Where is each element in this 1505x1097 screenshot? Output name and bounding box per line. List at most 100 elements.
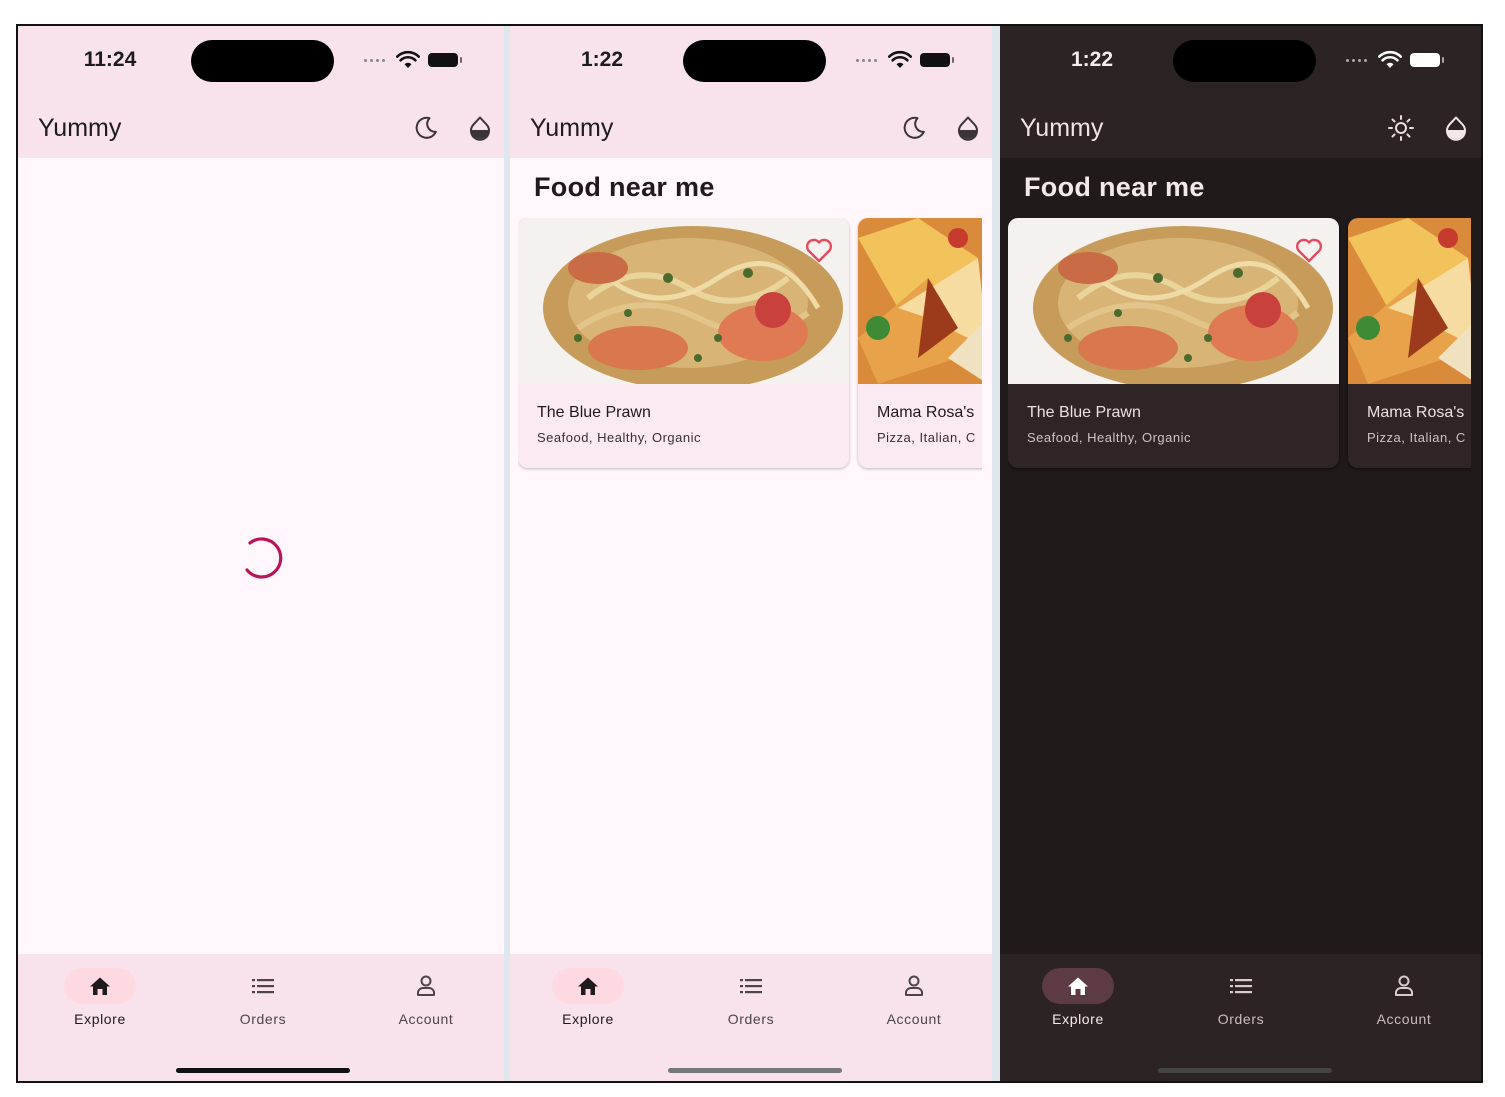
home-icon (1068, 977, 1088, 995)
nav-label-explore: Explore (1052, 1011, 1104, 1027)
app-title: Yummy (38, 114, 122, 142)
restaurant-photo (1348, 218, 1471, 384)
nav-item-account[interactable]: Account (854, 968, 974, 1034)
phone-screen-loading: 11:24 Yummy Explore Orders Account (18, 26, 504, 1081)
home-indicator[interactable] (176, 1068, 350, 1073)
status-icons (856, 50, 966, 72)
droplet-icon (470, 116, 490, 141)
restaurant-card[interactable]: Mama Rosa's Pizza, Italian, C (1348, 218, 1471, 468)
home-icon (90, 977, 110, 995)
person-icon (417, 975, 435, 996)
nav-label-account: Account (398, 1011, 454, 1027)
restaurant-name: The Blue Prawn (537, 404, 651, 421)
nav-item-explore[interactable]: Explore (40, 968, 160, 1034)
restaurant-card[interactable]: Mama Rosa's Pizza, Italian, C (858, 218, 982, 468)
status-time: 1:22 (1070, 48, 1114, 71)
app-bar: Yummy (1000, 100, 1481, 158)
nav-icon-slot (1368, 968, 1440, 1004)
status-bar: 11:24 (18, 26, 504, 100)
home-indicator[interactable] (1158, 1068, 1332, 1073)
restaurant-name: The Blue Prawn (1027, 404, 1141, 421)
bottom-navigation: Explore Orders Account (1000, 954, 1481, 1081)
wifi-icon (396, 50, 420, 68)
nav-label-account: Account (1376, 1011, 1432, 1027)
sun-icon (1388, 115, 1414, 141)
nav-label-orders: Orders (1217, 1011, 1265, 1027)
color-picker-button[interactable] (952, 112, 984, 144)
nav-item-account[interactable]: Account (366, 968, 486, 1034)
restaurant-carousel[interactable]: The Blue Prawn Seafood, Healthy, Organic (1008, 218, 1471, 478)
restaurant-name: Mama Rosa's (877, 404, 975, 421)
nav-active-indicator (1042, 968, 1114, 1004)
cellular-signal-icon (1346, 59, 1372, 63)
nav-item-explore[interactable]: Explore (1018, 968, 1138, 1034)
restaurant-carousel[interactable]: The Blue Prawn Seafood, Healthy, Organic (518, 218, 982, 478)
nav-icon-slot (878, 968, 950, 1004)
dynamic-island (683, 40, 826, 82)
nav-label-orders: Orders (239, 1011, 287, 1027)
nav-label-explore: Explore (74, 1011, 126, 1027)
explore-content: Food near me The Blue Prawn Seafood, Hea… (1000, 158, 1481, 954)
section-title: Food near me (534, 172, 715, 202)
restaurant-name: Mama Rosa's (1367, 404, 1465, 421)
bottom-navigation: Explore Orders Account (18, 954, 504, 1081)
home-icon (578, 977, 598, 995)
status-bar: 1:22 (510, 26, 992, 100)
restaurant-photo (518, 218, 849, 384)
restaurant-photo (858, 218, 982, 384)
battery-icon (1410, 53, 1444, 67)
color-picker-button[interactable] (1440, 112, 1472, 144)
explore-content: Food near me The Blue Prawn Seafood, Hea… (510, 158, 992, 954)
phone-screen-dark: 1:22 Yummy Food near me The Blue Prawn S… (1000, 26, 1481, 1081)
phone-screen-light: 1:22 Yummy Food near me The Blue Prawn S… (510, 26, 992, 1081)
cellular-signal-icon (856, 59, 882, 63)
status-time: 1:22 (580, 48, 624, 71)
dynamic-island (191, 40, 334, 82)
nav-icon-slot (227, 968, 299, 1004)
nav-icon-slot (1205, 968, 1277, 1004)
nav-item-orders[interactable]: Orders (1181, 968, 1301, 1034)
status-time: 11:24 (83, 48, 137, 71)
droplet-icon (1446, 116, 1466, 141)
nav-active-indicator (64, 968, 136, 1004)
nav-item-explore[interactable]: Explore (528, 968, 648, 1034)
moon-icon (415, 116, 437, 139)
nav-item-account[interactable]: Account (1344, 968, 1464, 1034)
person-icon (905, 975, 923, 996)
wifi-icon (1378, 50, 1402, 68)
color-picker-button[interactable] (464, 112, 496, 144)
wifi-icon (888, 50, 912, 68)
status-bar: 1:22 (1000, 26, 1481, 100)
restaurant-tags: Pizza, Italian, C (1367, 430, 1466, 445)
list-icon (1230, 979, 1252, 994)
heart-icon[interactable] (803, 234, 835, 266)
restaurant-tags: Seafood, Healthy, Organic (1027, 430, 1192, 445)
theme-toggle-button[interactable] (410, 112, 442, 144)
nav-label-orders: Orders (727, 1011, 775, 1027)
nav-icon-slot (715, 968, 787, 1004)
nav-item-orders[interactable]: Orders (691, 968, 811, 1034)
restaurant-card[interactable]: The Blue Prawn Seafood, Healthy, Organic (518, 218, 849, 468)
section-title: Food near me (1024, 172, 1205, 202)
dynamic-island (1173, 40, 1316, 82)
list-icon (252, 979, 274, 994)
theme-toggle-button[interactable] (1385, 112, 1417, 144)
app-bar: Yummy (510, 100, 992, 158)
restaurant-card[interactable]: The Blue Prawn Seafood, Healthy, Organic (1008, 218, 1339, 468)
restaurant-tags: Pizza, Italian, C (877, 430, 976, 445)
nav-item-orders[interactable]: Orders (203, 968, 323, 1034)
theme-toggle-button[interactable] (898, 112, 930, 144)
restaurant-photo (1008, 218, 1339, 384)
battery-icon (920, 53, 954, 67)
app-bar: Yummy (18, 100, 504, 158)
app-title: Yummy (530, 114, 614, 142)
status-icons (1346, 50, 1456, 72)
explore-content (18, 158, 504, 954)
bottom-navigation: Explore Orders Account (510, 954, 992, 1081)
loading-spinner (245, 537, 283, 579)
home-indicator[interactable] (668, 1068, 842, 1073)
screenshot-frame: 11:24 Yummy Explore Orders Account 1:22 … (16, 24, 1483, 1083)
droplet-icon (958, 116, 978, 141)
nav-label-explore: Explore (562, 1011, 614, 1027)
heart-icon[interactable] (1293, 234, 1325, 266)
